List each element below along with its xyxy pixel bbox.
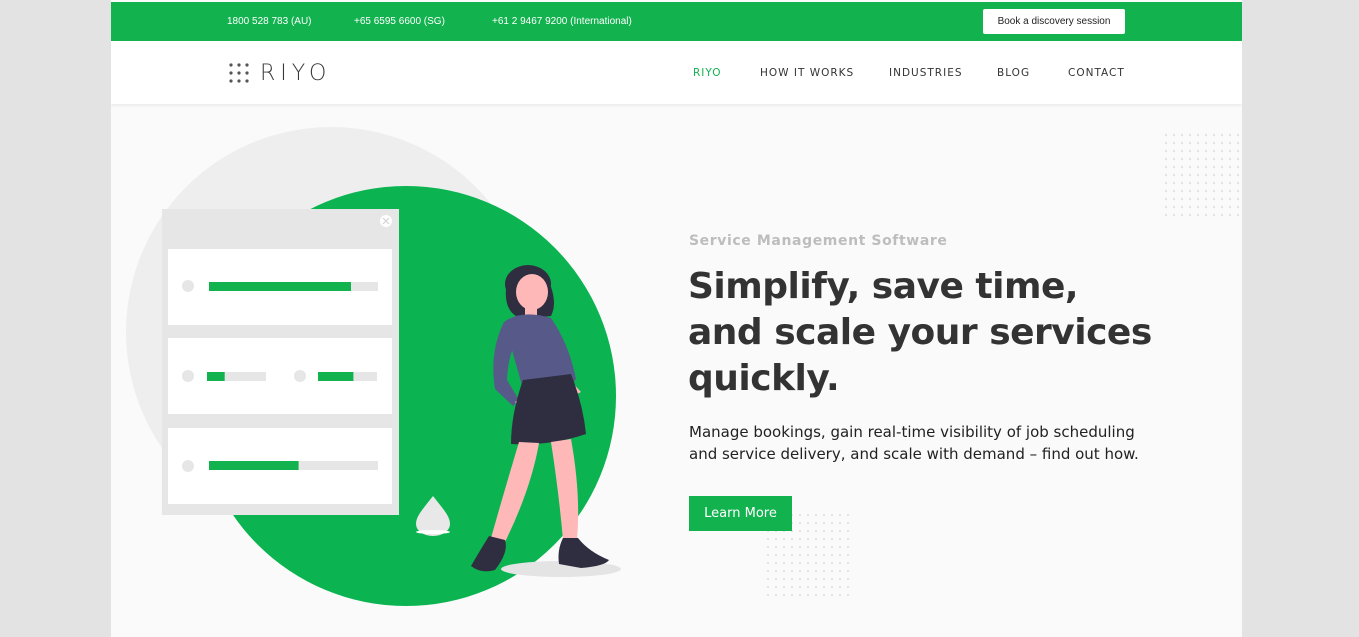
panel-progress-bar bbox=[207, 372, 225, 381]
phone-international[interactable]: +61 2 9467 9200 (International) bbox=[492, 16, 632, 27]
hero-description: Manage bookings, gain real-time visibili… bbox=[689, 423, 1139, 463]
logo-dots-icon bbox=[229, 63, 249, 83]
nav-item-contact[interactable]: CONTACT bbox=[1068, 67, 1125, 79]
nav-item-industries[interactable]: INDUSTRIES bbox=[889, 67, 963, 79]
dot-grid-decoration bbox=[1164, 133, 1242, 217]
dashboard-panel bbox=[162, 209, 399, 515]
nav-item-how-it-works[interactable]: HOW IT WORKS bbox=[760, 67, 854, 79]
learn-more-button[interactable]: Learn More bbox=[689, 496, 792, 531]
logo-text: RIYO bbox=[260, 60, 332, 86]
main-navbar: RIYO RIYO HOW IT WORKS INDUSTRIES BLOG C… bbox=[111, 41, 1242, 104]
phone-au[interactable]: 1800 528 783 (AU) bbox=[227, 16, 312, 27]
hero-subtitle: Service Management Software bbox=[689, 233, 948, 249]
page: 1800 528 783 (AU) +65 6595 6600 (SG) +61… bbox=[111, 0, 1242, 637]
book-discovery-session-button[interactable]: Book a discovery session bbox=[983, 9, 1125, 34]
top-contact-bar: 1800 528 783 (AU) +65 6595 6600 (SG) +61… bbox=[111, 2, 1242, 41]
panel-progress-bar bbox=[209, 461, 299, 470]
hero-title: Simplify, save time, and scale your serv… bbox=[688, 266, 1152, 399]
logo[interactable]: RIYO bbox=[228, 60, 332, 86]
phone-sg[interactable]: +65 6595 6600 (SG) bbox=[354, 16, 445, 27]
nav-item-riyo[interactable]: RIYO bbox=[693, 67, 722, 79]
panel-progress-bar bbox=[318, 372, 354, 381]
hero-illustration bbox=[126, 127, 621, 606]
panel-progress-bar bbox=[209, 282, 351, 291]
nav-item-blog[interactable]: BLOG bbox=[997, 67, 1030, 79]
